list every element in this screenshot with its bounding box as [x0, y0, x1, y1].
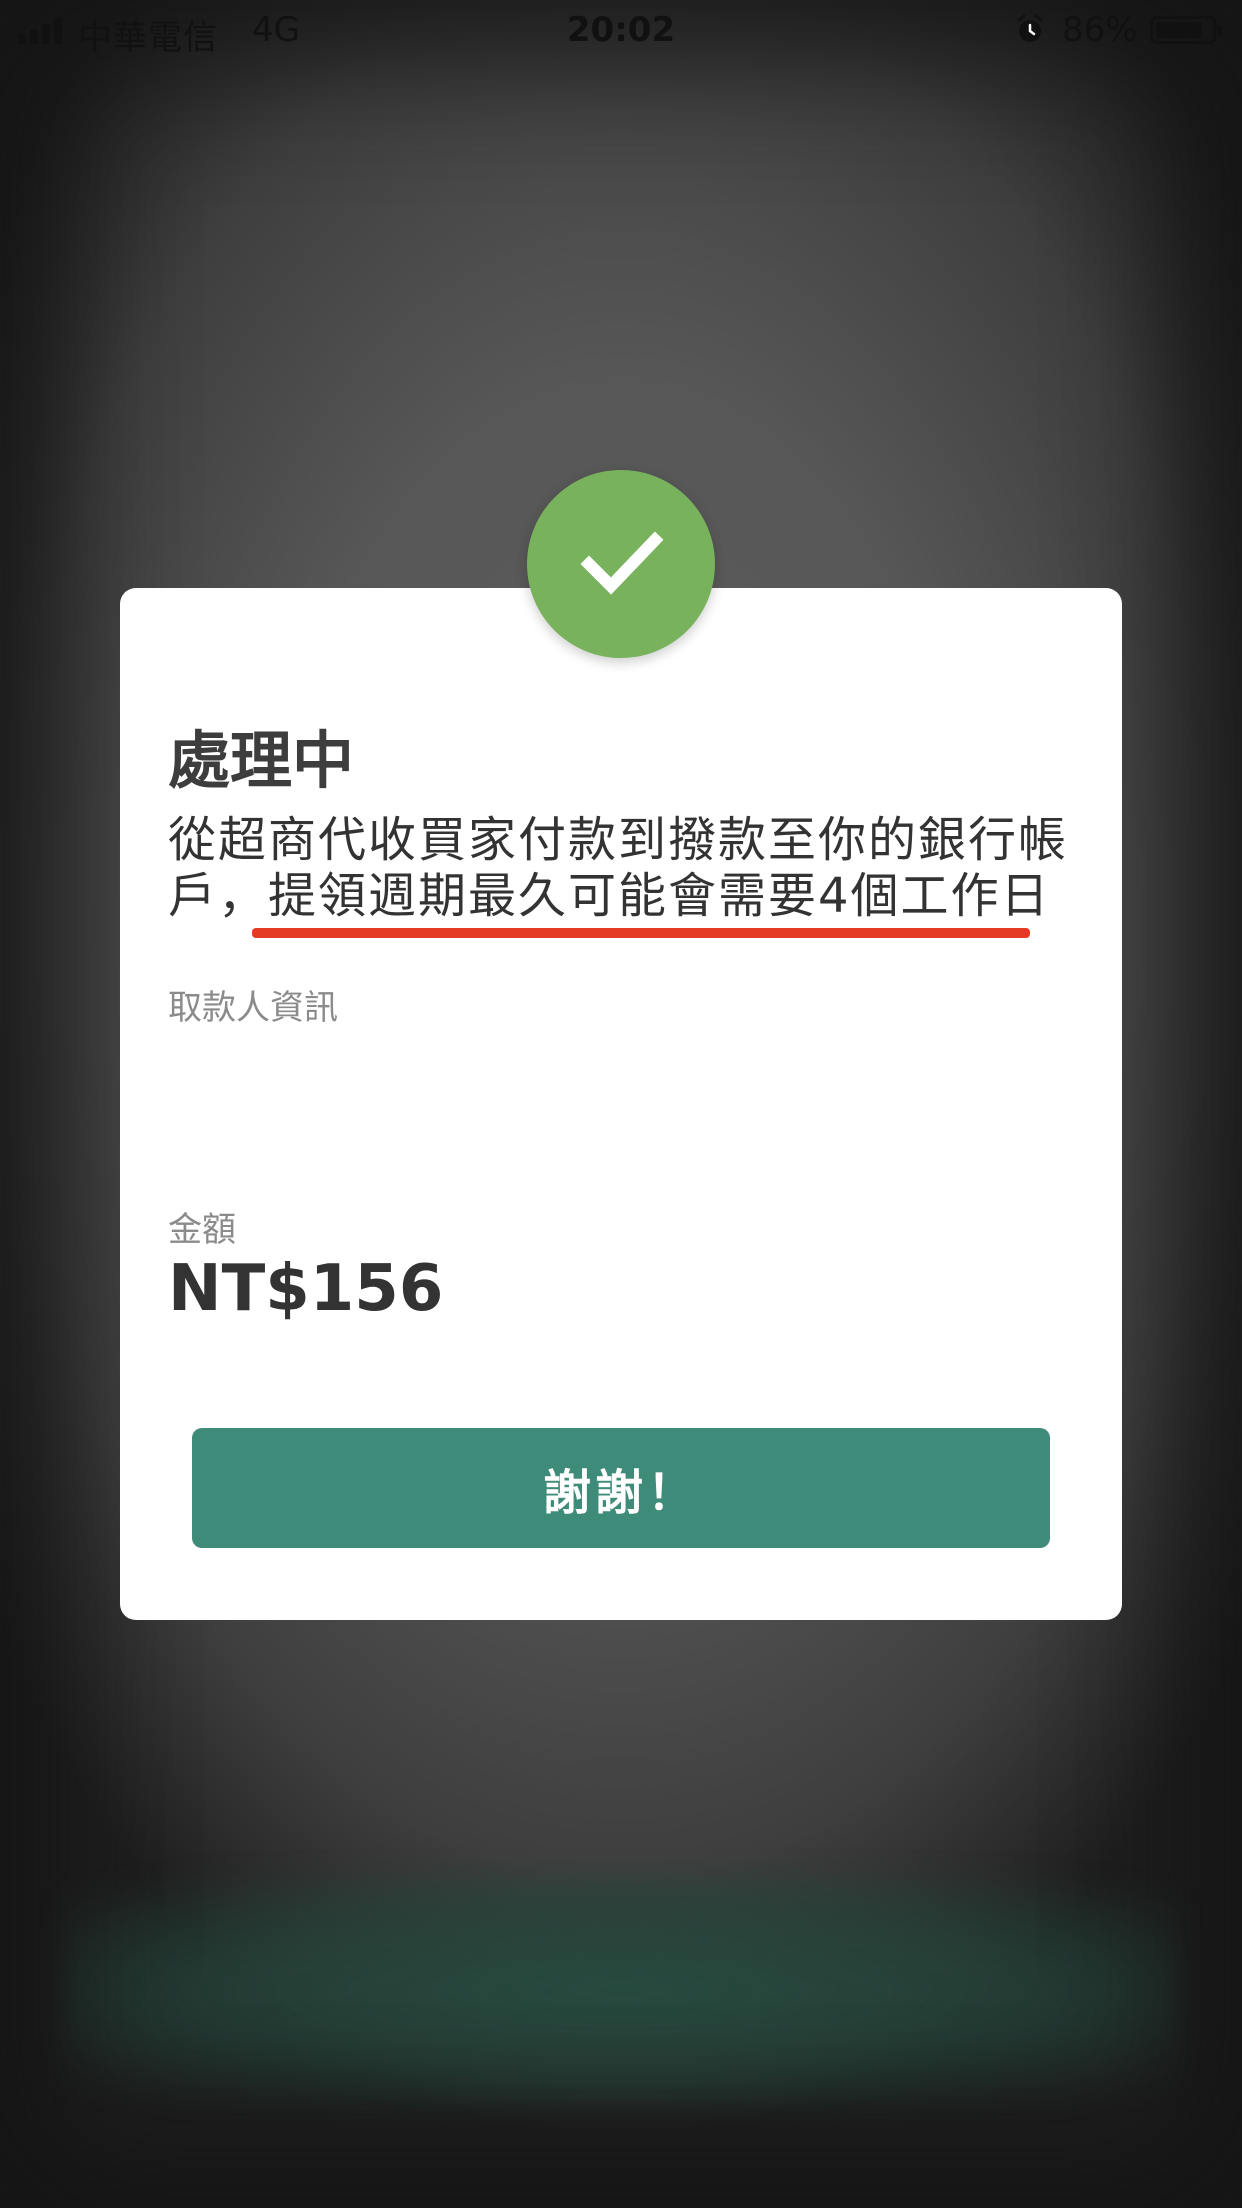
battery-level-fill: [1156, 22, 1202, 38]
battery-percentage: 86%: [1062, 10, 1138, 50]
screen: 中華電信 4G 20:02 86% 處理中 從超商代收買家付款到撥款至你的銀行帳…: [0, 0, 1242, 2208]
battery-icon: [1150, 16, 1222, 44]
checkmark-icon: [580, 531, 664, 595]
status-bar: 中華電信 4G 20:02 86%: [0, 0, 1242, 62]
amount-value: NT$156: [168, 1252, 444, 1326]
dialog-message-line-2: 戶，提領週期最久可能會需要4個工作日: [168, 868, 1051, 924]
alarm-clock-icon: [1017, 14, 1043, 42]
highlight-underline: [252, 928, 1030, 938]
payee-info-label: 取款人資訊: [168, 988, 338, 1028]
thanks-button-label: 謝謝！: [542, 1465, 699, 1521]
thanks-button[interactable]: 謝謝！: [192, 1428, 1050, 1548]
dialog-message: 從超商代收買家付款到撥款至你的銀行帳 戶，提領週期最久可能會需要4個工作日: [168, 812, 1068, 924]
dialog-title: 處理中: [168, 724, 355, 797]
status-time: 20:02: [566, 10, 676, 50]
amount-label: 金額: [168, 1210, 236, 1250]
background-blur-accent: [60, 1870, 1182, 2110]
dialog-message-line-1: 從超商代收買家付款到撥款至你的銀行帳: [168, 812, 1069, 868]
success-badge: [527, 470, 715, 658]
